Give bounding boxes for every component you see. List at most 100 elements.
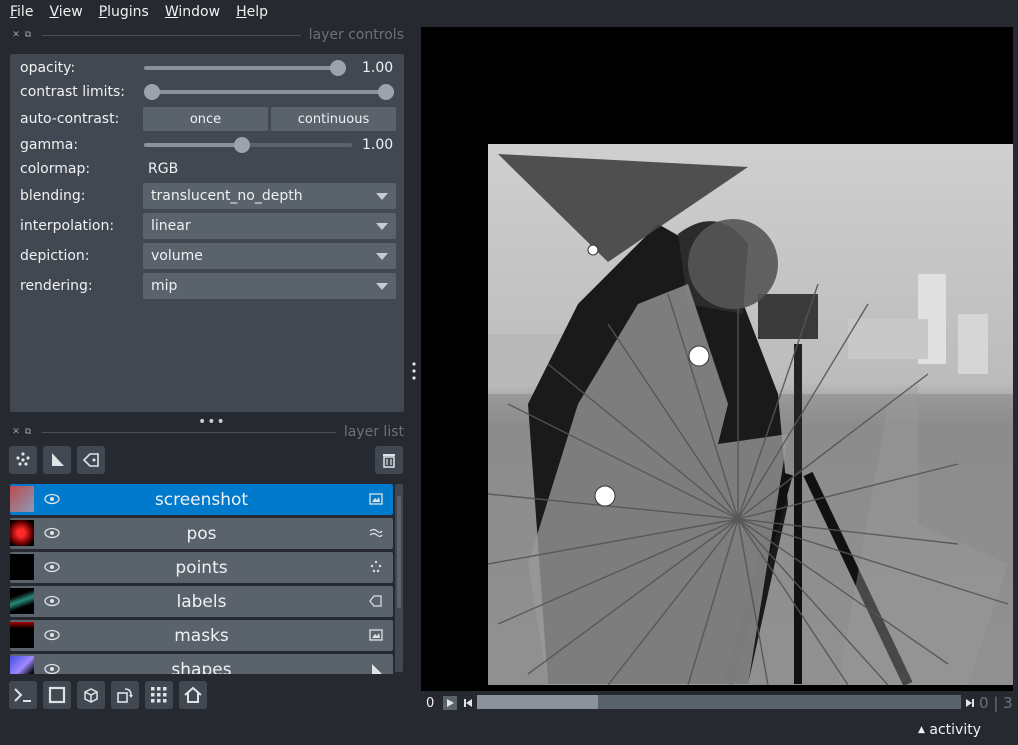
dims-total: 3 — [1003, 694, 1013, 712]
grid-icon — [151, 687, 167, 703]
layer-list-title: layer list — [343, 424, 404, 440]
layer-list-titlebar: ✕ ⧉ layer list — [10, 423, 404, 441]
interpolation-value: linear — [151, 218, 191, 234]
step-forward-icon[interactable] — [963, 696, 977, 710]
opacity-slider[interactable] — [144, 60, 346, 76]
layer-controls-titlebar: ✕ ⧉ layer controls — [10, 26, 404, 44]
layer-row-masks[interactable]: masks — [10, 620, 393, 651]
labels-icon — [82, 453, 99, 467]
blending-label: blending: — [20, 188, 86, 204]
layer-name: pos — [186, 523, 217, 544]
layer-thumbnail — [10, 486, 34, 512]
layer-controls-panel: opacity: 1.00 contrast limits: auto-cont… — [10, 54, 404, 412]
new-labels-layer-button[interactable] — [77, 446, 105, 474]
image-icon — [369, 493, 383, 505]
layer-thumbnail — [10, 588, 34, 614]
layer-row-shapes[interactable]: shapes — [10, 654, 393, 674]
cube-icon — [84, 688, 98, 703]
step-back-icon[interactable] — [461, 696, 475, 710]
auto-contrast-label: auto-contrast: — [20, 111, 120, 127]
gamma-slider-handle[interactable] — [234, 137, 251, 153]
trash-icon — [383, 454, 395, 468]
menu-plugins[interactable]: Plugins — [91, 0, 157, 24]
layer-name: shapes — [171, 659, 232, 675]
blending-row: blending: translucent_no_depth — [10, 183, 404, 209]
menu-file[interactable]: File — [2, 0, 41, 24]
panel-splitter-handle[interactable] — [412, 362, 416, 380]
depiction-dropdown[interactable]: volume — [143, 243, 396, 269]
menu-view[interactable]: View — [41, 0, 90, 24]
points-icon — [370, 560, 382, 573]
activity-button[interactable]: ▲ activity — [918, 722, 981, 738]
chevron-up-icon: ▲ — [918, 725, 925, 735]
scrollbar-thumb[interactable] — [397, 496, 401, 608]
contrast-low-handle[interactable] — [144, 84, 160, 100]
dims-frame-label: 0 — [426, 695, 435, 711]
opacity-slider-handle[interactable] — [330, 60, 346, 76]
new-shapes-layer-button[interactable] — [43, 446, 71, 474]
new-points-layer-button[interactable] — [9, 446, 37, 474]
dims-track[interactable] — [477, 695, 961, 709]
continuous-button[interactable]: continuous — [271, 107, 396, 131]
layer-thumbnail — [10, 622, 34, 648]
float-dock-icon[interactable]: ⧉ — [22, 29, 34, 41]
menu-bar: File View Plugins Window Help — [0, 0, 1018, 24]
depiction-row: depiction: volume — [10, 243, 404, 269]
menu-window[interactable]: Window — [157, 0, 228, 24]
opacity-slider-fill — [144, 66, 338, 70]
float-dock-icon[interactable]: ⧉ — [22, 426, 34, 438]
roll-dims-button[interactable] — [77, 681, 105, 709]
layer-thumbnail — [10, 656, 34, 674]
layer-name: screenshot — [154, 489, 249, 510]
dims-thumb[interactable] — [477, 695, 598, 709]
contrast-limits-slider[interactable] — [144, 84, 394, 100]
dims-position: 0 | 3 — [979, 694, 1013, 712]
play-button[interactable] — [443, 696, 457, 710]
chevron-down-icon — [376, 193, 388, 200]
title-divider — [42, 431, 336, 433]
layer-list: screenshot pos points labels masks shape… — [10, 484, 394, 674]
interpolation-dropdown[interactable]: linear — [143, 213, 396, 239]
once-button[interactable]: once — [143, 107, 268, 131]
layer-name: masks — [174, 625, 229, 646]
contrast-high-handle[interactable] — [378, 84, 394, 100]
auto-contrast-row: auto-contrast: once continuous — [10, 106, 404, 132]
title-divider — [42, 34, 301, 36]
layer-row-screenshot[interactable]: screenshot — [10, 484, 393, 515]
grid-button[interactable] — [145, 681, 173, 709]
rotate-icon — [117, 688, 133, 703]
points-icon — [16, 452, 30, 466]
scene-graphic — [487, 154, 1013, 687]
delete-layer-button[interactable] — [375, 446, 403, 474]
layer-row-points[interactable]: points — [10, 552, 393, 583]
ndisplay-button[interactable] — [43, 681, 71, 709]
interpolation-label: interpolation: — [20, 218, 115, 234]
viewer-canvas[interactable] — [421, 27, 1013, 691]
colormap-value: RGB — [148, 161, 179, 177]
rendering-dropdown[interactable]: mip — [143, 273, 396, 299]
vectors-icon — [369, 528, 383, 538]
close-dock-icon[interactable]: ✕ — [10, 426, 22, 438]
colormap-label: colormap: — [20, 161, 91, 177]
gamma-slider-fill — [144, 143, 243, 147]
layer-row-labels[interactable]: labels — [10, 586, 393, 617]
more-vertical-icon — [412, 362, 416, 380]
interpolation-row: interpolation: linear — [10, 213, 404, 239]
blending-dropdown[interactable]: translucent_no_depth — [143, 183, 396, 209]
contrast-limits-label: contrast limits: — [20, 84, 125, 100]
opacity-label: opacity: — [20, 60, 76, 76]
chevron-down-icon — [376, 223, 388, 230]
dims-slider: 0 0 | 3 — [421, 692, 1018, 714]
home-button[interactable] — [179, 681, 207, 709]
console-button[interactable] — [9, 681, 37, 709]
rendering-row: rendering: mip — [10, 273, 404, 299]
close-dock-icon[interactable]: ✕ — [10, 29, 22, 41]
layer-row-pos[interactable]: pos — [10, 518, 393, 549]
transpose-button[interactable] — [111, 681, 139, 709]
rendering-value: mip — [151, 278, 178, 294]
layer-list-scrollbar[interactable] — [395, 484, 403, 672]
gamma-slider[interactable] — [144, 137, 352, 153]
menu-help[interactable]: Help — [228, 0, 276, 24]
shapes-icon — [372, 664, 382, 674]
layer-name: labels — [176, 591, 227, 612]
